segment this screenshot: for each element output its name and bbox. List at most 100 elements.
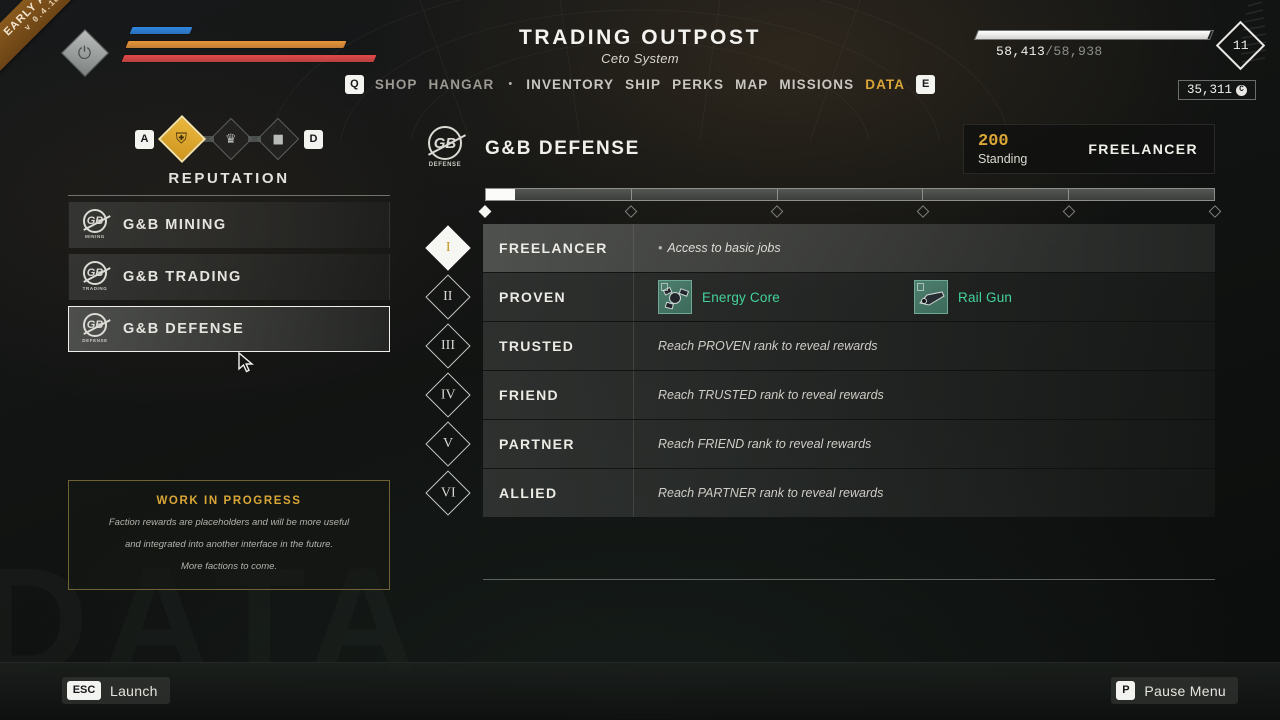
reward-item[interactable]: Rail Gun [914,280,1170,314]
launch-button[interactable]: ESC Launch [62,677,170,704]
faction-detail-panel: GB DEFENSE G&B DEFENSE 200 Standing FREE… [415,118,1222,580]
rank-row: V PARTNER Reach FRIEND rank to reveal rewa… [415,420,1215,468]
pause-menu-button[interactable]: P Pause Menu [1111,677,1238,704]
tab-prev-key[interactable]: A [135,129,154,149]
faction-logo: GB TRADING [81,261,109,293]
rank-locked-text: Reach FRIEND rank to reveal rewards [658,437,872,451]
rank-marker [624,205,638,218]
xp-and-credits-hud: 58,413/58,938 11 35,311 C [973,20,1266,100]
progress-segment [923,189,1070,200]
nav-items: SHOP HANGAR • INVENTORY SHIP PERKS MAP MISSIONS… [375,77,905,92]
nav-separator-dot: • [508,78,513,90]
rank-numeral: III [441,338,455,353]
next-page-key[interactable]: E [916,74,936,94]
esc-key[interactable]: ESC [67,681,101,700]
credit-icon: C [1236,84,1247,96]
section-title: REPUTATION [168,170,290,187]
rarity-badge [661,283,668,291]
rank-content: Reach FRIEND rank to reveal rewards [634,437,1215,451]
pause-label: Pause Menu [1144,682,1226,699]
rank-numeral-badge: II [425,274,471,320]
nav-item-hangar[interactable]: HANGAR [429,77,495,92]
energy-core-icon [658,280,692,314]
crown-tab[interactable]: ♛ [209,117,253,161]
nav-item-missions[interactable]: MISSIONS [779,77,854,92]
stats-icon: ▐█▌ [270,134,286,144]
current-rank-label: FREELANCER [1088,141,1198,157]
prev-page-key[interactable]: Q [344,74,364,94]
panel-header: GB DEFENSE G&B DEFENSE 200 Standing FREE… [415,118,1215,180]
faction-item[interactable]: GB DEFENSE G&B DEFENSE [68,306,390,352]
stats-tab[interactable]: ▐█▌ [256,117,300,161]
nav-item-ship[interactable]: SHIP [625,77,661,92]
rank-numeral: V [442,436,454,451]
rank-numeral-badge: V [425,421,471,467]
rank-numeral: VI [440,485,456,500]
rank-marker [770,205,784,218]
nav-item-perks[interactable]: PERKS [672,77,724,92]
rank-body: FRIEND Reach TRUSTED rank to reveal rewar… [483,371,1215,419]
rarity-badge [917,283,924,291]
faction-logo: GB DEFENSE [425,126,465,172]
bullet-icon: • [658,241,663,255]
faction-logo-sub: DEFENSE [428,162,462,168]
rank-name: ALLIED [499,485,558,501]
faction-logo: GB MINING [81,209,109,241]
rank-name: TRUSTED [499,338,575,354]
launch-label: Launch [110,682,158,699]
faction-item-label: G&B TRADING [123,269,242,285]
rank-row: I FREELANCER • Access to basic jobs [415,224,1215,272]
standing-value: 200 [978,131,1009,151]
panel-footer-divider [483,579,1215,580]
rank-numeral: II [443,288,453,304]
credits-value: 35,311 [1186,83,1232,97]
rank-marker [916,205,930,218]
faction-item[interactable]: GB MINING G&B MINING [68,202,390,248]
tab-list: ⛨ ♛ ▐█▌ [157,114,300,164]
wip-line-1: Faction rewards are placeholders and wil… [108,517,350,528]
standing-label: Standing [978,151,1028,166]
category-tabs[interactable]: A ⛨ ♛ ▐█▌ D [68,114,390,164]
rank-content: • Access to basic jobs [634,241,1215,255]
nav-item-map[interactable]: MAP [735,77,768,92]
standing-box: 200 Standing FREELANCER [963,124,1215,174]
wip-title: WORK IN PROGRESS [156,495,302,507]
nav-item-data[interactable]: DATA [865,77,905,92]
nav-item-shop[interactable]: SHOP [375,77,418,92]
rank-name: PROVEN [499,289,566,305]
rank-numeral-badge: VI [425,470,471,516]
faction-logo-sub: TRADING [82,286,108,291]
rank-row: IV FRIEND Reach TRUSTED rank to reveal rew… [415,371,1215,419]
rank-locked-text: Reach PARTNER rank to reveal rewards [658,486,884,500]
level-value: 11 [1232,37,1249,53]
work-in-progress-notice: WORK IN PROGRESS Faction rewards are pla… [68,480,390,590]
rank-numeral-badge: III [425,323,471,369]
faction-item[interactable]: GB TRADING G&B TRADING [68,254,390,300]
rank-body: PARTNER Reach FRIEND rank to reveal rewar… [483,420,1215,468]
rank-locked-text: Reach TRUSTED rank to reveal rewards [658,388,884,402]
rank-row: II PROVEN Energy Core Rail Gun [415,273,1215,321]
p-key[interactable]: P [1116,681,1136,700]
nav-item-inventory[interactable]: INVENTORY [526,77,614,92]
tab-next-key[interactable]: D [304,129,323,149]
crown-icon: ♛ [225,131,237,146]
mouse-cursor [238,352,254,373]
rank-content: Reach TRUSTED rank to reveal rewards [634,388,1215,402]
rank-content: Reach PARTNER rank to reveal rewards [634,486,1215,500]
faction-list[interactable]: GB MINING G&B MINING GB TRADING G&B TRADING GB… [68,202,390,352]
progress-bar [485,188,1215,201]
xp-bar [973,30,1215,40]
reward-label: Rail Gun [958,289,1013,305]
rank-numeral: I [445,239,451,255]
reputation-tab[interactable]: ⛨ [157,114,207,164]
faction-logo: GB DEFENSE [81,313,109,345]
section-divider [68,195,390,196]
wip-line-2: and integrated into another interface in… [124,539,334,550]
reward-label: Energy Core [702,289,780,305]
reward-item[interactable]: Energy Core [658,280,914,314]
reputation-progress [415,188,1222,218]
progress-segment [1069,189,1214,200]
rank-name: FRIEND [499,387,559,403]
xp-text: 58,413/58,938 [996,44,1103,59]
rank-name: PARTNER [499,436,575,452]
